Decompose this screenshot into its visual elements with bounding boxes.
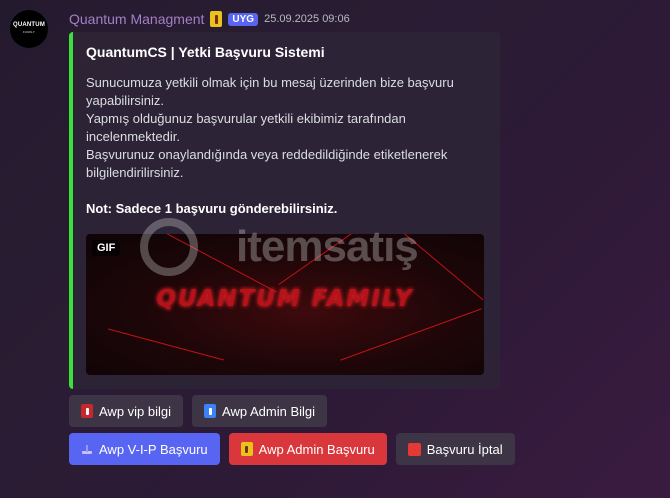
awp-vip-apply-button[interactable]: Awp V-I-P Başvuru bbox=[69, 433, 220, 465]
button-label: Awp Admin Bilgi bbox=[222, 403, 316, 419]
button-label: Awp V-I-P Başvuru bbox=[99, 441, 208, 457]
button-label: Başvuru İptal bbox=[426, 441, 503, 457]
button-row-2: Awp V-I-P Başvuru Awp Admin Başvuru Başv… bbox=[69, 433, 515, 465]
description-line: Yapmış olduğunuz başvurular yetkili ekib… bbox=[86, 111, 406, 144]
banner-text: QUANTUM FAMILY bbox=[156, 286, 414, 312]
role-icon bbox=[210, 11, 223, 27]
app-tag: UYG bbox=[228, 12, 259, 26]
embed-gif-image[interactable]: GIF QUANTUM FAMILY bbox=[86, 234, 484, 375]
awp-admin-apply-button[interactable]: Awp Admin Başvuru bbox=[228, 433, 387, 465]
avatar[interactable]: QUANTUM FAMILY bbox=[10, 10, 48, 48]
joystick-icon bbox=[81, 442, 93, 456]
embed-note: Not: Sadece 1 başvuru gönderebilirsiniz. bbox=[86, 201, 338, 216]
gif-badge: GIF bbox=[92, 240, 121, 256]
stop-icon bbox=[407, 442, 421, 456]
avatar-subtext: FAMILY bbox=[23, 30, 35, 34]
gold-pin-icon bbox=[240, 442, 253, 456]
description-line: Başvurunuz onaylandığında veya reddedild… bbox=[86, 147, 448, 180]
awp-admin-info-button[interactable]: Awp Admin Bilgi bbox=[192, 395, 328, 427]
button-label: Awp vip bilgi bbox=[99, 403, 172, 419]
awp-vip-info-button[interactable]: Awp vip bilgi bbox=[69, 395, 184, 427]
embed-title: QuantumCS | Yetki Başvuru Sistemi bbox=[86, 44, 325, 60]
embed: QuantumCS | Yetki Başvuru Sistemi Sunucu… bbox=[69, 32, 500, 389]
button-row-1: Awp vip bilgi Awp Admin Bilgi bbox=[69, 395, 328, 427]
embed-description: Sunucumuza yetkili olmak için bu mesaj ü… bbox=[86, 74, 486, 218]
message-timestamp: 25.09.2025 09:06 bbox=[264, 13, 350, 25]
blue-pin-icon bbox=[204, 404, 217, 418]
message-header: Quantum Managment UYG 25.09.2025 09:06 bbox=[69, 9, 350, 29]
avatar-text: QUANTUM bbox=[12, 22, 46, 28]
cancel-application-button[interactable]: Başvuru İptal bbox=[395, 433, 515, 465]
username[interactable]: Quantum Managment bbox=[69, 11, 204, 27]
button-label: Awp Admin Başvuru bbox=[258, 441, 375, 457]
red-pin-icon bbox=[81, 404, 93, 418]
description-line: Sunucumuza yetkili olmak için bu mesaj ü… bbox=[86, 75, 454, 108]
